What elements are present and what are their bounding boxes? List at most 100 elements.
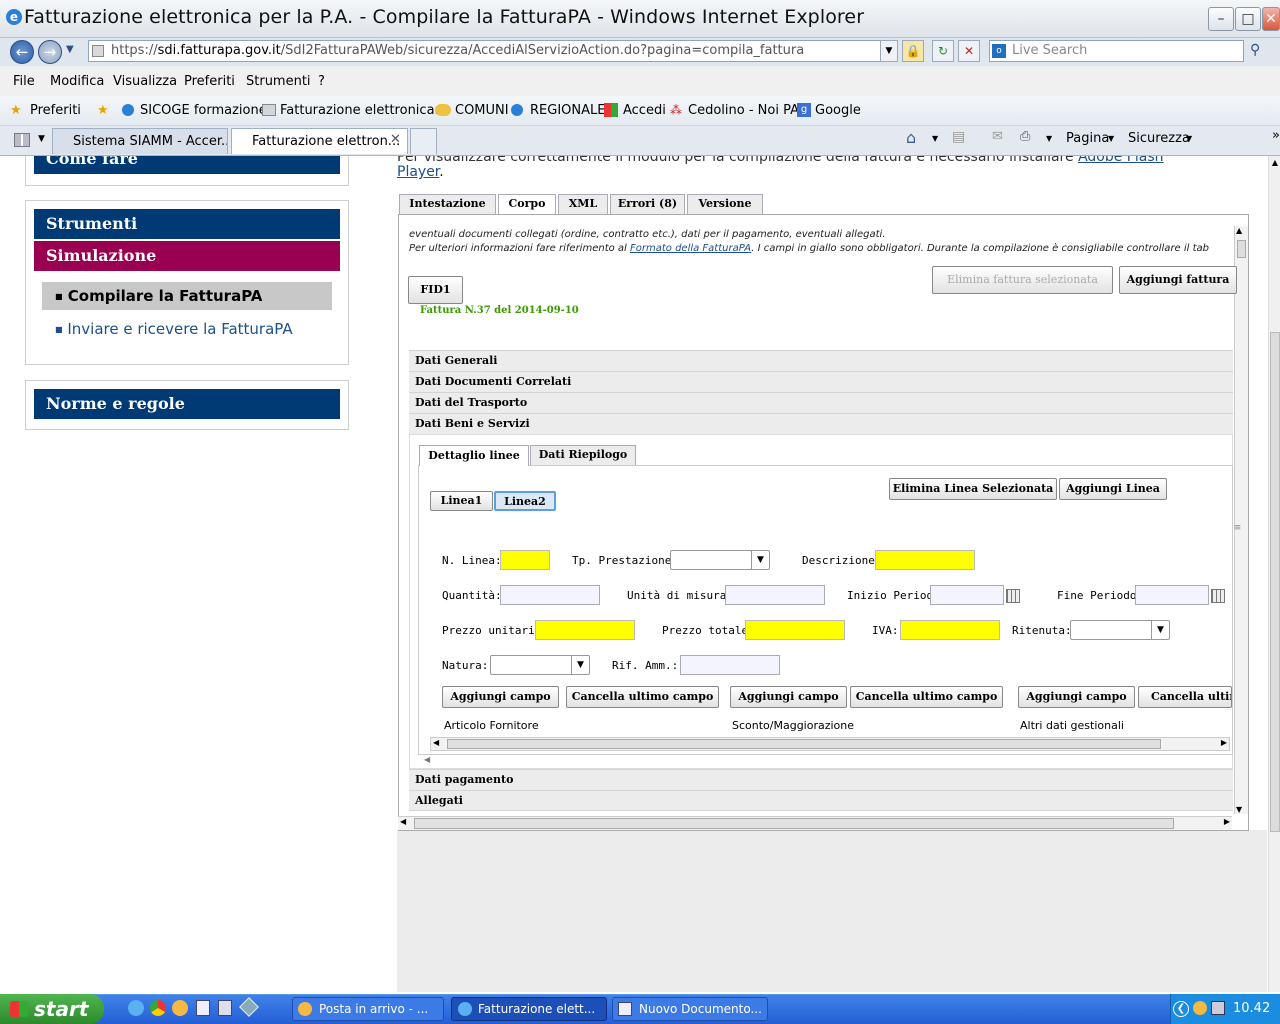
home-dropdown-icon[interactable]: ▼ [932, 134, 938, 143]
prezzo-totale-input[interactable] [745, 620, 845, 640]
add-field-sconto-button[interactable]: Aggiungi campo [730, 686, 847, 708]
descrizione-input[interactable] [875, 550, 975, 570]
feeds-icon[interactable]: ▤ [952, 129, 965, 145]
minimize-button[interactable]: – [1208, 7, 1234, 31]
section-allegati[interactable]: Allegati [409, 790, 1233, 811]
thunderbird-quicklaunch-icon[interactable] [172, 1000, 188, 1016]
add-line-button[interactable]: Aggiungi Linea [1059, 478, 1167, 500]
prezzo-unitario-input[interactable] [535, 620, 635, 640]
chrome-quicklaunch-icon[interactable] [150, 1000, 166, 1016]
scroll-down-icon[interactable]: ▼ [1236, 805, 1242, 814]
iva-input[interactable] [900, 620, 1000, 640]
scroll-up-icon[interactable]: ▲ [1236, 226, 1242, 235]
sidebar-simulazione[interactable]: Simulazione [34, 241, 340, 271]
search-icon[interactable]: ⚲ [1250, 42, 1260, 58]
clock[interactable]: 10.42 [1233, 1001, 1270, 1016]
close-tab-icon[interactable]: ✕ [390, 132, 401, 147]
fav-accedi[interactable]: Accedi [623, 103, 666, 118]
formato-link[interactable]: Formato della FatturaPA [630, 243, 751, 254]
scroll-left-icon[interactable]: ◀ [433, 738, 439, 747]
tab-dettaglio-linee[interactable]: Dettaglio linee [419, 445, 529, 466]
quantita-input[interactable] [500, 585, 600, 605]
inizio-periodo-input[interactable] [930, 585, 1004, 605]
panel-scroll-thumb[interactable] [1237, 240, 1246, 258]
word-quicklaunch-icon[interactable] [196, 1000, 210, 1016]
inner-hscroll-thumb[interactable] [447, 739, 1161, 749]
section-dati-pagamento[interactable]: Dati pagamento [409, 769, 1233, 790]
network-icon[interactable] [1211, 1001, 1225, 1015]
scroll-right-icon[interactable]: ▶ [1224, 817, 1230, 826]
ritenuta-select[interactable]: ▼ [1070, 620, 1170, 640]
security-menu[interactable]: Sicurezza [1128, 131, 1190, 146]
menu-preferiti[interactable]: Preferiti [184, 74, 235, 89]
print-dropdown-icon[interactable]: ▼ [1046, 134, 1052, 143]
tab-versione[interactable]: Versione [687, 194, 763, 214]
tab-corpo[interactable]: Corpo [498, 194, 556, 215]
add-invoice-button[interactable]: Aggiungi fattura [1119, 266, 1237, 294]
remove-field-articolo-button[interactable]: Cancella ultimo campo [566, 686, 719, 708]
ie-quicklaunch-icon[interactable] [128, 1000, 144, 1016]
home-icon[interactable]: ⌂ [906, 128, 916, 147]
invoice-fid1-button[interactable]: FID1 [408, 276, 463, 304]
menu-help[interactable]: ? [318, 74, 325, 89]
add-field-articolo-button[interactable]: Aggiungi campo [442, 686, 559, 708]
fav-regionale[interactable]: REGIONALE [530, 103, 605, 118]
fav-google[interactable]: Google [815, 103, 861, 118]
scroll-left-icon[interactable]: ◀ [400, 817, 406, 826]
history-dropdown-icon[interactable]: ▼ [66, 44, 74, 55]
more-commands-icon[interactable]: » [1272, 128, 1280, 143]
mail-icon[interactable]: ✉ [992, 129, 1003, 144]
tab-dati-riepilogo[interactable]: Dati Riepilogo [530, 445, 636, 465]
calendar-icon[interactable] [1006, 589, 1020, 603]
delete-line-button[interactable]: Elimina Linea Selezionata [889, 478, 1057, 500]
sidebar-norme[interactable]: Norme e regole [34, 389, 340, 419]
line-2-button[interactable]: Linea2 [494, 491, 556, 511]
tab-list-dropdown-icon[interactable]: ▼ [38, 134, 45, 144]
task-posta[interactable]: Posta in arrivo - ... [292, 997, 444, 1021]
browser-tab-siamm[interactable]: Sistema SIAMM - Accer... [52, 128, 228, 154]
address-bar[interactable]: https://sdi.fatturapa.gov.it/SdI2Fattura… [88, 40, 898, 62]
section-beni-servizi[interactable]: Dati Beni e Servizi [409, 413, 1233, 434]
delete-invoice-button[interactable]: Elimina fattura selezionata [932, 266, 1113, 294]
calendar-icon[interactable] [1211, 589, 1225, 603]
add-favorite-icon[interactable]: ★ [97, 103, 109, 118]
back-button[interactable]: ← [10, 40, 34, 64]
sidebar-strumenti[interactable]: Strumenti [34, 209, 340, 239]
flash-player-link[interactable]: Player [397, 164, 439, 180]
fav-cedolino[interactable]: Cedolino - Noi PA [688, 103, 799, 118]
remove-field-altri-button[interactable]: Cancella ultimo [1138, 686, 1232, 708]
print-icon[interactable]: ⎙ [1020, 129, 1030, 144]
fine-periodo-input[interactable] [1135, 585, 1209, 605]
tab-intestazione[interactable]: Intestazione [399, 194, 496, 214]
sidebar-item-inviare[interactable]: ■ Inviare e ricevere la FatturaPA [55, 320, 293, 338]
natura-select[interactable]: ▼ [490, 655, 590, 675]
lock-icon[interactable]: 🔒 [902, 40, 924, 62]
menu-modifica[interactable]: Modifica [50, 74, 104, 89]
add-field-altri-button[interactable]: Aggiungi campo [1018, 686, 1135, 708]
fav-sicoge[interactable]: SICOGE formazione [140, 103, 267, 118]
tray-app-icon[interactable] [1193, 1001, 1207, 1015]
refresh-icon[interactable]: ↻ [932, 40, 954, 62]
close-window-button[interactable]: ✕ [1262, 7, 1280, 31]
rif-amm-input[interactable] [680, 655, 780, 675]
menu-visualizza[interactable]: Visualizza [113, 74, 177, 89]
panel-horizontal-scrollbar[interactable]: ◀ ▶ [398, 816, 1232, 830]
browser-tab-fatturazione[interactable]: Fatturazione elettron... [231, 128, 408, 154]
task-nuovo-documento[interactable]: Nuovo Documento... [612, 997, 768, 1021]
scroll-up-icon[interactable]: ▲ [1270, 158, 1280, 172]
scroll-right-icon[interactable]: ▶ [1221, 738, 1227, 747]
menu-file[interactable]: File [13, 74, 35, 89]
tray-expand-icon[interactable]: ❮ [1173, 1001, 1189, 1017]
favorites-button[interactable]: Preferiti [30, 103, 81, 118]
forward-button[interactable]: → [38, 40, 62, 64]
inner-scroll-grip-icon[interactable]: ≡ [1232, 518, 1242, 630]
maximize-button[interactable]: □ [1235, 7, 1261, 31]
paint-quicklaunch-icon[interactable] [218, 1000, 232, 1016]
section-trasporto[interactable]: Dati del Trasporto [409, 392, 1233, 413]
page-scrollbar[interactable]: ▲ [1268, 156, 1280, 992]
new-tab-button[interactable] [410, 128, 437, 154]
remove-field-sconto-button[interactable]: Cancella ultimo campo [850, 686, 1003, 708]
menu-strumenti[interactable]: Strumenti [246, 74, 311, 89]
fav-comuni[interactable]: COMUNI [455, 103, 509, 118]
tp-prestazione-select[interactable]: ▼ [670, 550, 770, 570]
